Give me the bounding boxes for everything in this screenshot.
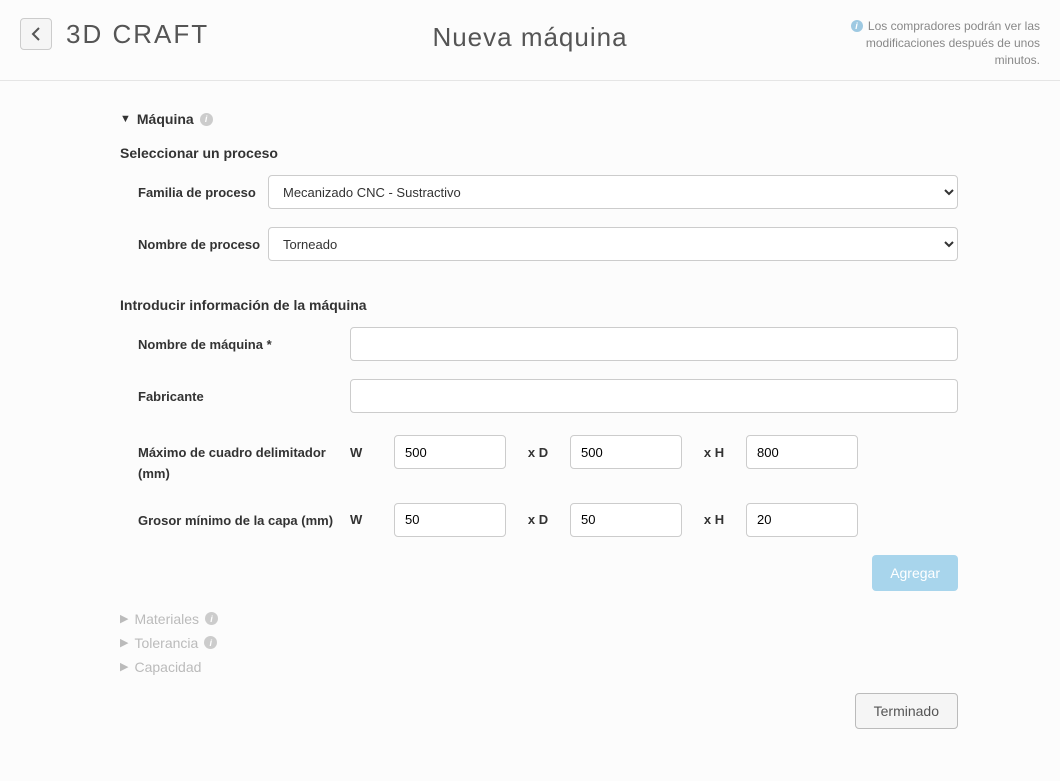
input-machine-name[interactable]	[350, 327, 958, 361]
chevron-left-icon	[31, 27, 41, 41]
section-tolerance-header: ▶ Tolerancia i	[120, 635, 1060, 651]
label-process-family: Familia de proceso	[138, 175, 268, 203]
row-bbox: Máximo de cuadro delimitador (mm) W x D …	[138, 435, 958, 485]
machine-info-form: Nombre de máquina * Fabricante Máximo de…	[138, 327, 958, 537]
input-bbox-w[interactable]	[394, 435, 506, 469]
notice-text: Los compradores podrán ver las modificac…	[866, 19, 1040, 67]
input-bbox-d[interactable]	[570, 435, 682, 469]
label-manufacturer: Fabricante	[138, 379, 350, 408]
collapsed-sections: ▶ Materiales i ▶ Tolerancia i ▶ Capacida…	[120, 611, 1060, 675]
dim-label-w: W	[350, 512, 394, 527]
label-machine-name: Nombre de máquina *	[138, 327, 350, 356]
label-layer: Grosor mínimo de la capa (mm)	[138, 503, 350, 532]
caret-right-icon: ▶	[120, 660, 128, 673]
row-layer: Grosor mínimo de la capa (mm) W x D x H	[138, 503, 958, 537]
dim-label-d: x D	[506, 512, 570, 527]
add-button[interactable]: Agregar	[872, 555, 958, 591]
bbox-dims: W x D x H	[350, 435, 958, 469]
section-tolerance-label: Tolerancia	[134, 635, 198, 651]
section-capacity-label: Capacidad	[134, 659, 201, 675]
dim-label-d: x D	[506, 445, 570, 460]
page-title: Nueva máquina	[432, 22, 627, 53]
label-bbox: Máximo de cuadro delimitador (mm)	[138, 435, 350, 485]
section-capacity-header: ▶ Capacidad	[120, 659, 1060, 675]
input-bbox-h[interactable]	[746, 435, 858, 469]
header-left: 3D CRAFT	[20, 18, 209, 50]
process-form: Familia de proceso Mecanizado CNC - Sust…	[138, 175, 958, 261]
row-process-name: Nombre de proceso Torneado	[138, 227, 958, 261]
caret-right-icon: ▶	[120, 612, 128, 625]
add-button-row: Agregar	[138, 555, 958, 591]
section-materials-label: Materiales	[134, 611, 199, 627]
back-button[interactable]	[20, 18, 52, 50]
input-layer-h[interactable]	[746, 503, 858, 537]
header: 3D CRAFT Nueva máquina i Los compradores…	[0, 0, 1060, 81]
dim-label-h: x H	[682, 445, 746, 460]
row-machine-name: Nombre de máquina *	[138, 327, 958, 361]
select-process-name[interactable]: Torneado	[268, 227, 958, 261]
dim-label-w: W	[350, 445, 394, 460]
section-machine-label: Máquina	[137, 111, 194, 127]
select-process-family[interactable]: Mecanizado CNC - Sustractivo	[268, 175, 958, 209]
footer-row: Terminado	[138, 693, 958, 729]
dim-label-h: x H	[682, 512, 746, 527]
caret-right-icon: ▶	[120, 636, 128, 649]
content: ▼ Máquina i Seleccionar un proceso Famil…	[0, 81, 1060, 759]
input-layer-d[interactable]	[570, 503, 682, 537]
process-heading: Seleccionar un proceso	[120, 145, 1060, 161]
notice: i Los compradores podrán ver las modific…	[830, 18, 1040, 68]
info-icon: i	[204, 636, 217, 649]
input-manufacturer[interactable]	[350, 379, 958, 413]
info-icon: i	[205, 612, 218, 625]
machine-info-heading: Introducir información de la máquina	[120, 297, 1060, 313]
done-button[interactable]: Terminado	[855, 693, 958, 729]
section-machine-header[interactable]: ▼ Máquina i	[120, 111, 1060, 127]
row-manufacturer: Fabricante	[138, 379, 958, 413]
section-materials-header: ▶ Materiales i	[120, 611, 1060, 627]
row-process-family: Familia de proceso Mecanizado CNC - Sust…	[138, 175, 958, 209]
info-icon: i	[851, 20, 863, 32]
label-process-name: Nombre de proceso	[138, 227, 268, 255]
input-layer-w[interactable]	[394, 503, 506, 537]
info-icon[interactable]: i	[200, 113, 213, 126]
caret-down-icon: ▼	[120, 113, 131, 125]
layer-dims: W x D x H	[350, 503, 958, 537]
brand-logo: 3D CRAFT	[66, 19, 209, 50]
